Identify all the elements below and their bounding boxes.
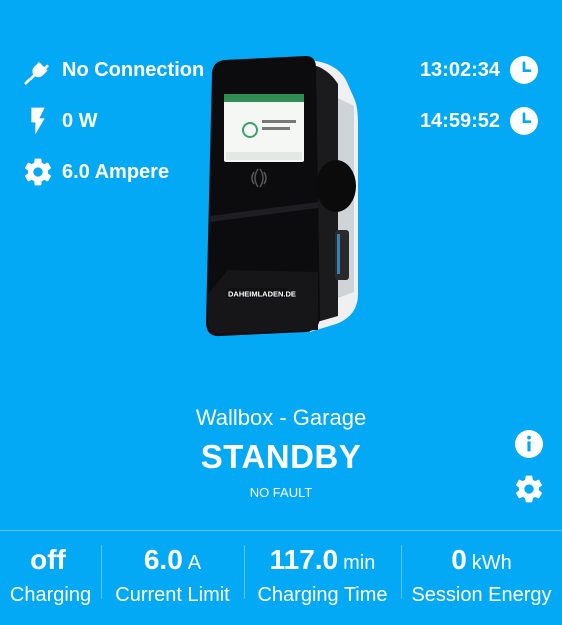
wallbox-image: DAHEIMLADEN.DE <box>198 54 364 338</box>
current-text: 6.0 Ampere <box>62 160 170 183</box>
time-2-text: 14:59:52 <box>419 109 500 132</box>
stat-label: Current Limit <box>115 584 230 606</box>
clock-icon <box>508 105 540 137</box>
stat-value: 6.0 A <box>143 544 202 575</box>
stat-session-energy[interactable]: 0 kWh Session Energy <box>401 531 562 625</box>
time-status-1: 13:02:34 <box>420 53 540 87</box>
fault-status: NO FAULT <box>249 485 313 500</box>
stat-label: Charging Time <box>257 584 388 606</box>
flash-icon <box>22 105 54 137</box>
wallbox-state: STANDBY <box>200 438 362 475</box>
gear-icon <box>22 156 54 188</box>
settings-button[interactable] <box>513 475 545 507</box>
stat-value: 0 kWh <box>451 544 512 575</box>
wallbox-name: Wallbox - Garage <box>195 405 367 430</box>
stat-charging-time[interactable]: 117.0 min Charging Time <box>244 531 401 625</box>
stat-charging[interactable]: off Charging <box>0 531 101 625</box>
current-status: 6.0 Ampere <box>22 155 169 189</box>
power-status: 0 W <box>22 104 98 138</box>
stat-label: Session Energy <box>411 584 552 606</box>
ev-plug-icon <box>22 54 54 86</box>
connection-text: No Connection <box>62 58 205 81</box>
info-icon <box>513 428 545 465</box>
power-text: 0 W <box>62 109 98 132</box>
stat-value: off <box>30 544 66 575</box>
clock-icon <box>508 54 540 86</box>
stats-bar: off Charging 6.0 A Current Limit 117.0 min… <box>0 531 562 625</box>
time-1-text: 13:02:34 <box>419 58 500 81</box>
connection-status: No Connection <box>22 53 204 87</box>
gear-icon <box>513 473 545 510</box>
time-status-2: 14:59:52 <box>420 104 540 138</box>
brand-logo-text: DAHEIMLADEN.DE <box>228 290 296 299</box>
stat-label: Charging <box>9 584 92 606</box>
stat-current-limit[interactable]: 6.0 A Current Limit <box>101 531 244 625</box>
stat-value: 117.0 min <box>269 544 376 575</box>
info-button[interactable] <box>513 428 545 465</box>
